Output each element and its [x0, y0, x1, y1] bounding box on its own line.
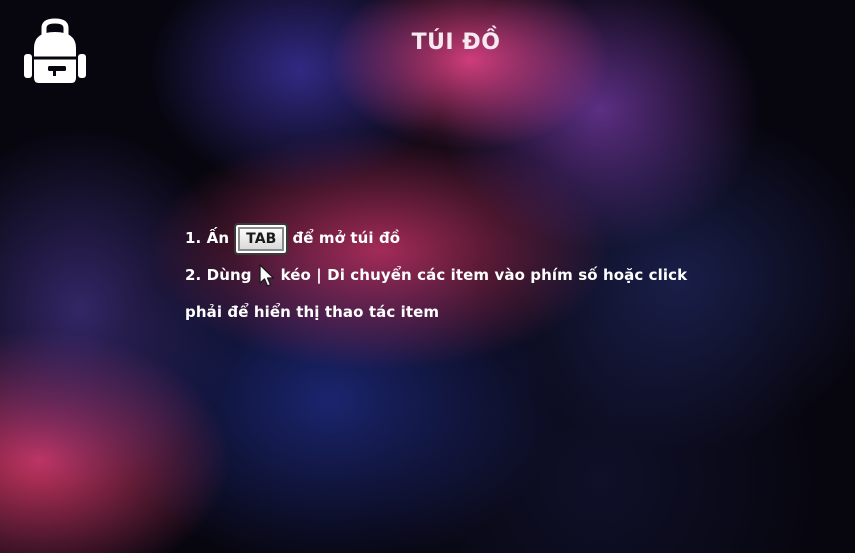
instruction-1-suffix: để mở túi đồ — [292, 229, 401, 247]
tab-key-icon: TAB — [234, 222, 289, 255]
page-title: TÚI ĐỒ — [411, 30, 501, 55]
instruction-line-2: 2. Dùng kéo | Di chuyển các item vào phí… — [185, 257, 745, 294]
instruction-2-prefix: 2. Dùng — [185, 266, 252, 284]
instruction-2-suffix: kéo | Di chuyển các item vào phím số hoặ… — [280, 266, 688, 284]
instruction-line-3: phải để hiển thị thao tác item — [185, 294, 745, 331]
instruction-1-prefix: 1. Ấn — [185, 229, 230, 247]
instruction-line-1: 1. Ấn TAB để mở túi đồ — [185, 220, 745, 257]
instruction-3-text: phải để hiển thị thao tác item — [185, 303, 440, 321]
mouse-cursor-icon — [258, 263, 274, 287]
instructions-panel: 1. Ấn TAB để mở túi đồ 2. Dùng kéo | Di … — [185, 220, 745, 331]
